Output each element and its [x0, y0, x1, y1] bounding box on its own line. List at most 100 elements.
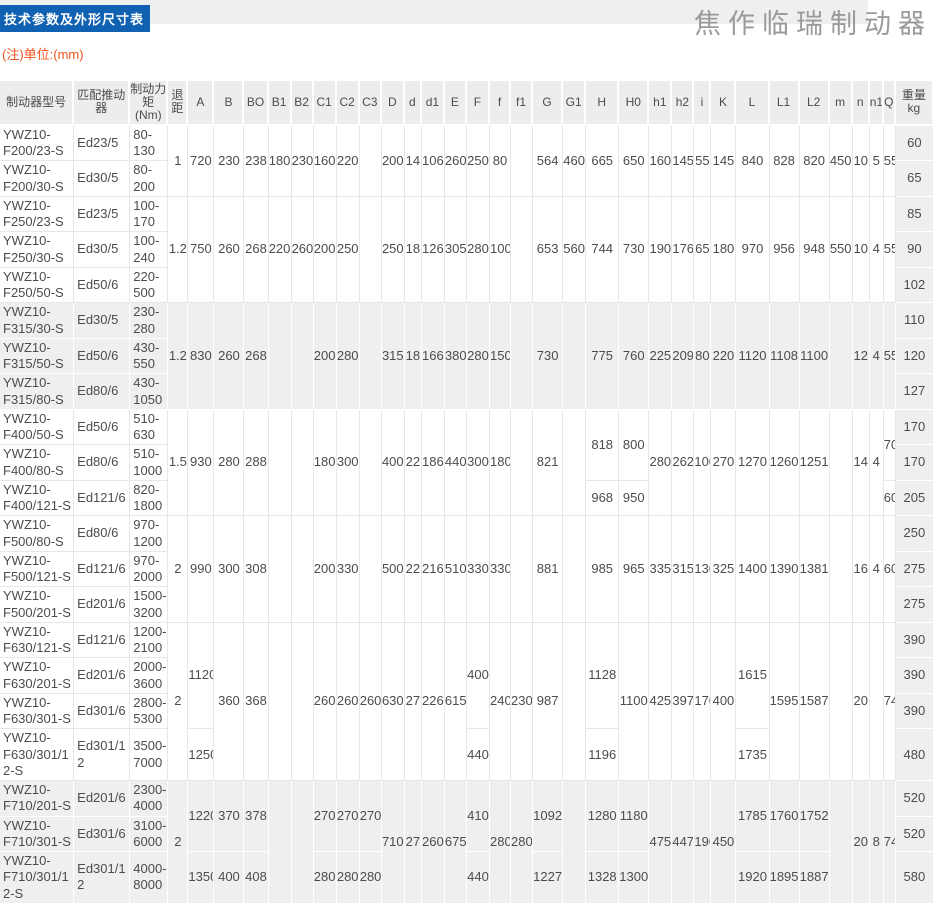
dim-cell-G: 1227 — [533, 852, 563, 904]
dim-cell-C2: 260 — [337, 623, 360, 781]
dim-cell-H: 1196 — [586, 729, 619, 781]
dim-cell-F: 440 — [467, 729, 490, 781]
thruster-cell: Ed301/12 — [74, 729, 130, 781]
thruster-cell: Ed80/6 — [74, 516, 130, 552]
column-header: B — [214, 81, 244, 126]
thruster-cell: Ed301/12 — [74, 852, 130, 904]
dim-cell-tui: 1.2 — [168, 303, 188, 410]
table-row: YWZ10-F500/80-SEd80/6970-120029903003082… — [0, 516, 934, 552]
dim-cell-B2 — [292, 781, 314, 904]
dim-cell-n: 20 — [853, 781, 870, 904]
column-header: C1 — [314, 81, 337, 126]
dim-cell-B1 — [269, 410, 292, 517]
dim-cell-tui: 1.2 — [168, 197, 188, 304]
dim-cell-n1 — [870, 623, 884, 781]
column-header: 匹配推动器 — [74, 81, 130, 126]
dim-cell-d1: 226 — [422, 623, 445, 781]
column-header: BO — [244, 81, 268, 126]
dim-cell-d1: 166 — [422, 303, 445, 410]
dim-cell-G: 1092 — [533, 781, 563, 852]
dim-cell-G: 730 — [533, 303, 563, 410]
dim-cell-C2: 300 — [337, 410, 360, 517]
dim-cell-i: 65 — [694, 197, 711, 304]
dim-cell-h2: 145 — [672, 126, 694, 197]
torque-cell: 230-280 — [130, 303, 168, 339]
dim-cell-K: 220 — [711, 303, 736, 410]
column-header: f — [490, 81, 511, 126]
weight-cell: 170 — [896, 445, 934, 481]
unit-note: (注)单位:(mm) — [2, 44, 934, 63]
dim-cell-d1: 106 — [422, 126, 445, 197]
dim-cell-d1: 126 — [422, 197, 445, 304]
dim-cell-n: 12 — [853, 303, 870, 410]
dim-cell-L2: 1100 — [800, 303, 830, 410]
dim-cell-H: 818 — [586, 410, 619, 481]
weight-cell: 110 — [896, 303, 934, 339]
dim-cell-m — [830, 623, 853, 781]
thruster-cell: Ed50/6 — [74, 410, 130, 446]
dim-cell-tui: 1.5 — [168, 410, 188, 517]
column-header: K — [711, 81, 736, 126]
dim-cell-f: 150 — [490, 303, 511, 410]
weight-cell: 390 — [896, 623, 934, 659]
dim-cell-D: 630 — [382, 623, 405, 781]
thruster-cell: Ed80/6 — [74, 445, 130, 481]
torque-cell: 1200-2100 — [130, 623, 168, 659]
weight-cell: 390 — [896, 694, 934, 730]
model-cell: YWZ10-F400/50-S — [0, 410, 74, 446]
dim-cell-h1: 190 — [649, 197, 672, 304]
dim-cell-B1 — [269, 303, 292, 410]
column-header: L — [736, 81, 769, 126]
dim-cell-d: 18 — [405, 197, 422, 304]
dim-cell-K: 325 — [711, 516, 736, 623]
dim-cell-E: 615 — [445, 623, 467, 781]
dim-cell-f1 — [511, 516, 533, 623]
dim-cell-B: 400 — [214, 852, 244, 904]
dim-cell-E: 440 — [445, 410, 467, 517]
dim-cell-Q: 60 — [884, 516, 896, 623]
dim-cell-f: 240 — [490, 623, 511, 781]
model-cell: YWZ10-F400/80-S — [0, 445, 74, 481]
dim-cell-n1: 4 — [870, 516, 884, 623]
dim-cell-F: 440 — [467, 852, 490, 904]
dim-cell-C1: 200 — [314, 197, 337, 304]
dim-cell-C3: 260 — [360, 623, 382, 781]
table-row: YWZ10-F710/201-SEd201/62300-400021220370… — [0, 781, 934, 817]
column-header: 退距 — [168, 81, 188, 126]
dim-cell-L1: 1390 — [770, 516, 800, 623]
column-header: d1 — [422, 81, 445, 126]
column-header: B2 — [292, 81, 314, 126]
dim-cell-C2: 330 — [337, 516, 360, 623]
dim-cell-B: 260 — [214, 197, 244, 304]
dim-cell-tui: 2 — [168, 516, 188, 623]
thruster-cell: Ed201/6 — [74, 781, 130, 817]
dim-cell-B: 370 — [214, 781, 244, 852]
dim-cell-d: 14 — [405, 126, 422, 197]
torque-cell: 430-1050 — [130, 374, 168, 410]
torque-cell: 100-240 — [130, 232, 168, 268]
dim-cell-Q: 74 — [884, 781, 896, 904]
dim-cell-B1: 180 — [269, 126, 292, 197]
dim-cell-tui: 2 — [168, 781, 188, 904]
model-cell: YWZ10-F500/201-S — [0, 587, 74, 623]
dim-cell-h2: 315 — [672, 516, 694, 623]
dim-cell-C1: 160 — [314, 126, 337, 197]
thruster-cell: Ed201/6 — [74, 587, 130, 623]
dim-cell-d1: 216 — [422, 516, 445, 623]
torque-cell: 2000-3600 — [130, 658, 168, 694]
table-row: YWZ10-F630/121-SEd121/61200-210021120360… — [0, 623, 934, 659]
dim-cell-C1: 180 — [314, 410, 337, 517]
dim-cell-H: 744 — [586, 197, 619, 304]
dim-cell-n: 14 — [853, 410, 870, 517]
weight-cell: 102 — [896, 268, 934, 304]
dim-cell-C1: 200 — [314, 303, 337, 410]
model-cell: YWZ10-F500/121-S — [0, 552, 74, 588]
weight-cell: 520 — [896, 781, 934, 817]
dim-cell-K: 400 — [711, 623, 736, 781]
dim-cell-d: 27 — [405, 781, 422, 904]
weight-cell: 120 — [896, 339, 934, 375]
dim-cell-n1: 8 — [870, 781, 884, 904]
dim-cell-H0: 1100 — [619, 623, 649, 781]
dim-cell-d1: 186 — [422, 410, 445, 517]
column-header: m — [830, 81, 853, 126]
